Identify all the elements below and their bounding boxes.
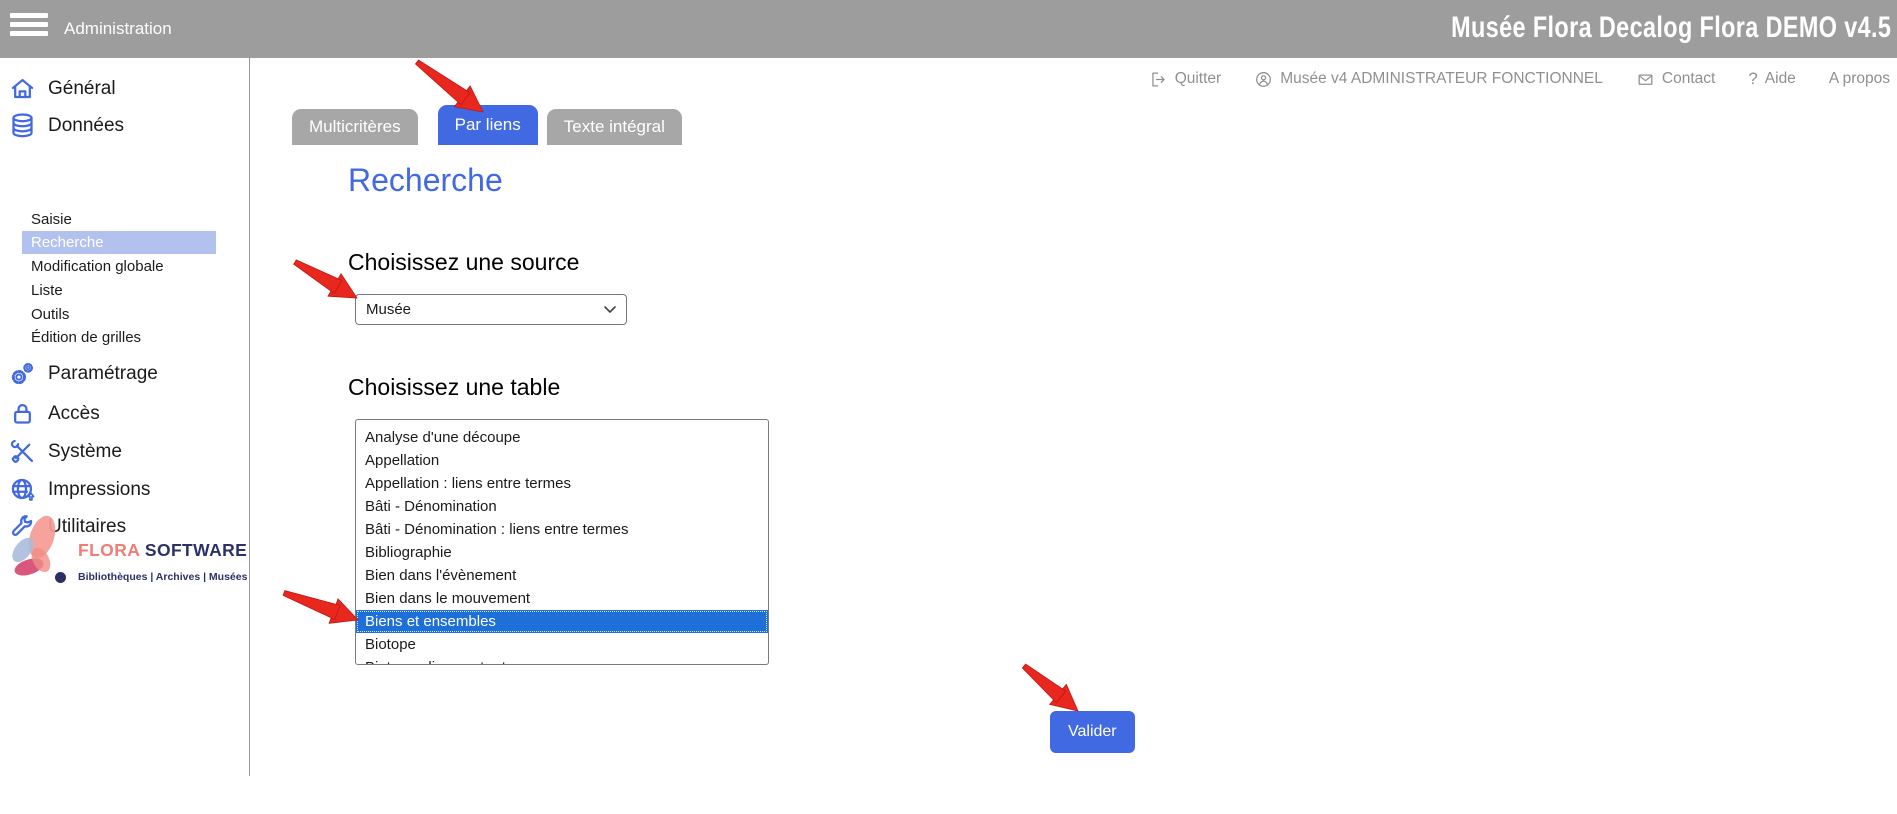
hamburger-menu-icon[interactable] (10, 13, 48, 45)
sidebar-item-donnees[interactable]: Données (9, 112, 124, 139)
list-item-clipped[interactable]: Biotope : liens entre termes (356, 656, 768, 665)
sidebar-item-label: Paramétrage (48, 363, 158, 385)
userbar: Quitter Musée v4 ADMINISTRATEUR FONCTION… (1149, 69, 1890, 89)
list-item[interactable]: Bâti - Dénomination (356, 495, 768, 518)
app-title: Administration (64, 0, 172, 58)
application-window: Administration Musée Flora Decalog Flora… (0, 0, 1897, 814)
logo-name: FLORA SOFTWARE (78, 540, 247, 561)
sidebar-subitem-saisie[interactable]: Saisie (31, 208, 72, 231)
mail-icon (1636, 70, 1655, 89)
sidebar-item-impressions[interactable]: Impressions (9, 476, 150, 503)
list-item[interactable]: Bien dans l'évènement (356, 564, 768, 587)
sidebar-item-acces[interactable]: Accès (9, 400, 100, 427)
quit-link[interactable]: Quitter (1149, 70, 1222, 89)
tab-texte-integral[interactable]: Texte intégral (547, 109, 682, 145)
sidebar-item-systeme[interactable]: Système (9, 438, 122, 465)
lock-icon (9, 400, 36, 427)
sidebar-item-label: Données (48, 115, 124, 137)
sidebar-item-label: Général (48, 78, 116, 100)
brand-title: Musée Flora Decalog Flora DEMO v4.5 (1451, 0, 1891, 58)
list-item[interactable]: Bâti - Dénomination : liens entre termes (356, 518, 768, 541)
list-item[interactable]: Bien dans le mouvement (356, 587, 768, 610)
home-icon (9, 75, 36, 102)
valider-button[interactable]: Valider (1050, 711, 1135, 753)
sidebar-subitem-edition-de-grilles[interactable]: Édition de grilles (31, 326, 141, 349)
sidebar-item-parametrage[interactable]: Paramétrage (9, 360, 158, 387)
top-header-bar: Administration Musée Flora Decalog Flora… (0, 0, 1897, 58)
tools-icon (9, 438, 36, 465)
list-item[interactable]: Bibliographie (356, 541, 768, 564)
sidebar-subitem-modification-globale[interactable]: Modification globale (31, 255, 164, 278)
database-icon (9, 112, 36, 139)
search-tabs: Multicritères Par liens Texte intégral (292, 105, 682, 145)
list-item[interactable]: Appellation : liens entre termes (356, 472, 768, 495)
table-section-heading: Choisissez une table (348, 374, 560, 401)
current-user[interactable]: Musée v4 ADMINISTRATEUR FONCTIONNEL (1254, 70, 1603, 89)
sidebar-subitem-recherche[interactable]: Recherche (22, 231, 216, 254)
table-listbox[interactable]: Analyse d'une découpe Appellation Appell… (355, 419, 769, 665)
about-link[interactable]: A propos (1829, 70, 1890, 88)
help-link[interactable]: ? Aide (1748, 69, 1796, 89)
sidebar-item-general[interactable]: Général (9, 75, 116, 102)
gears-icon (9, 360, 36, 387)
sidebar-item-label: Impressions (48, 479, 150, 501)
sidebar: Général Données Saisie Recherche Modific… (0, 58, 250, 776)
logo-dot (55, 572, 66, 583)
list-item-selected[interactable]: Biens et ensembles (356, 610, 768, 633)
list-item[interactable]: Analyse d'une découpe (356, 426, 768, 449)
page-title: Recherche (348, 162, 503, 199)
sidebar-subitem-outils[interactable]: Outils (31, 303, 69, 326)
list-item[interactable]: Biotope (356, 633, 768, 656)
user-icon (1254, 70, 1273, 89)
sidebar-item-label: Système (48, 441, 122, 463)
flora-software-logo: FLORA SOFTWARE Bibliothèques | Archives … (0, 508, 245, 598)
tab-multicriteres[interactable]: Multicritères (292, 109, 418, 145)
source-section-heading: Choisissez une source (348, 249, 579, 276)
logo-tagline: Bibliothèques | Archives | Musées (78, 571, 247, 583)
source-select-value: Musée (366, 301, 411, 318)
question-mark-icon: ? (1748, 69, 1757, 89)
list-item[interactable]: Appellation (356, 449, 768, 472)
exit-icon (1149, 70, 1168, 89)
source-select[interactable]: Musée (355, 294, 627, 325)
annotation-arrows (0, 0, 1897, 814)
sidebar-item-label: Accès (48, 403, 100, 425)
sidebar-subitem-liste[interactable]: Liste (31, 279, 63, 302)
chevron-down-icon (604, 306, 616, 314)
tab-par-liens[interactable]: Par liens (438, 105, 538, 145)
globe-icon (9, 476, 36, 503)
contact-link[interactable]: Contact (1636, 70, 1715, 89)
